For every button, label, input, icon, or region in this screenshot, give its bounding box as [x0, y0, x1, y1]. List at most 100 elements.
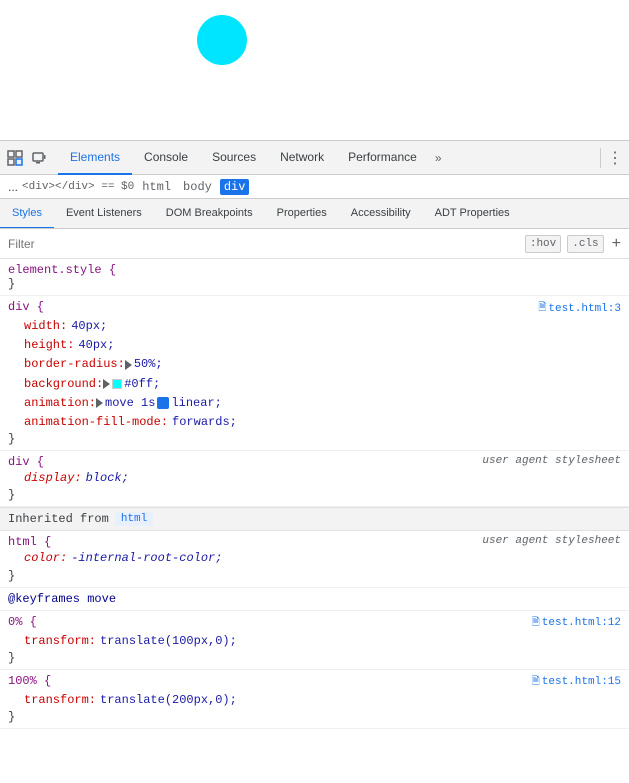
- sub-tab-accessibility[interactable]: Accessibility: [339, 199, 423, 229]
- sub-tabs-bar: Styles Event Listeners DOM Breakpoints P…: [0, 199, 629, 229]
- keyframes-selector[interactable]: @keyframes move: [8, 592, 116, 606]
- rule-header-ua: div { user agent stylesheet: [8, 455, 621, 469]
- inspect-icon[interactable]: [4, 147, 26, 169]
- sub-tab-dom-breakpoints[interactable]: DOM Breakpoints: [154, 199, 265, 229]
- prop-animation-fill-mode: animation-fill-mode: forwards;: [8, 413, 621, 432]
- keyframe-100-header: 100% { 🗎 test.html:15: [8, 674, 621, 691]
- triangle-icon[interactable]: [125, 360, 132, 370]
- filter-input[interactable]: [8, 237, 525, 251]
- tab-performance[interactable]: Performance: [336, 141, 429, 175]
- rule-link-test15[interactable]: 🗎 test.html:15: [532, 674, 621, 691]
- sub-tab-properties[interactable]: Properties: [265, 199, 339, 229]
- prop-height: height: 40px;: [8, 336, 621, 355]
- sub-tab-styles[interactable]: Styles: [0, 199, 54, 229]
- prop-name-height[interactable]: height:: [24, 336, 74, 355]
- div-ua-selector[interactable]: div {: [8, 455, 44, 469]
- styles-panel-content: element.style { } div { 🗎 test.html:3 wi…: [0, 259, 629, 783]
- more-tabs-button[interactable]: »: [429, 151, 448, 165]
- prop-width: width: 40px;: [8, 317, 621, 336]
- sub-tab-adt-properties[interactable]: ADT Properties: [423, 199, 522, 229]
- triangle-anim-icon[interactable]: [96, 398, 103, 408]
- rule-close-div: }: [8, 432, 621, 446]
- viewport: [0, 0, 629, 140]
- prop-value-animation-linear: linear;: [171, 394, 221, 413]
- ua-label: user agent stylesheet: [482, 455, 621, 467]
- tab-console[interactable]: Console: [132, 141, 200, 175]
- prop-name-transform-0[interactable]: transform:: [24, 632, 96, 651]
- breadcrumb-body[interactable]: body: [179, 179, 216, 195]
- inherited-tag[interactable]: html: [115, 512, 153, 526]
- prop-value-background: #0ff;: [124, 375, 160, 394]
- filter-bar: :hov .cls +: [0, 229, 629, 259]
- prop-name-display[interactable]: display:: [24, 469, 82, 488]
- prop-name-width[interactable]: width:: [24, 317, 67, 336]
- devtools-toolbar: Elements Console Sources Network Perform…: [0, 141, 629, 175]
- div-ua-rule: div { user agent stylesheet display: blo…: [0, 451, 629, 507]
- prop-color: color: -internal-root-color;: [8, 549, 621, 568]
- link-label-15: test.html:15: [542, 676, 621, 688]
- element-style-rule: element.style { }: [0, 259, 629, 296]
- prop-name-color[interactable]: color:: [24, 549, 67, 568]
- rule-close-100: }: [8, 710, 621, 724]
- inherited-label: Inherited from: [8, 512, 109, 526]
- devtools-panel: Elements Console Sources Network Perform…: [0, 140, 629, 783]
- sub-tab-event-listeners[interactable]: Event Listeners: [54, 199, 154, 229]
- html-rule: html { user agent stylesheet color: -int…: [0, 531, 629, 587]
- prop-name-border-radius[interactable]: border-radius:: [24, 355, 125, 374]
- device-icon[interactable]: [28, 147, 50, 169]
- div-selector[interactable]: div {: [8, 300, 44, 314]
- prop-name-animation-fill-mode[interactable]: animation-fill-mode:: [24, 413, 168, 432]
- prop-transform-0: transform: translate(100px,0);: [8, 632, 621, 651]
- toolbar-separator: [600, 148, 601, 168]
- animation-checkbox-icon[interactable]: [157, 397, 169, 409]
- breadcrumb-html[interactable]: html: [138, 179, 175, 195]
- keyframes-rule: @keyframes move: [0, 588, 629, 611]
- prop-value-animation-move: move 1s: [105, 394, 155, 413]
- triangle-bg-icon[interactable]: [103, 379, 110, 389]
- div-rule: div { 🗎 test.html:3 width: 40px; height:…: [0, 296, 629, 451]
- devtools-tabs: Elements Console Sources Network Perform…: [58, 141, 596, 175]
- inherited-from-header: Inherited from html: [0, 507, 629, 531]
- rule-header: element.style {: [8, 263, 621, 277]
- prop-animation: animation: move 1s linear;: [8, 394, 621, 413]
- add-style-button[interactable]: +: [612, 235, 621, 253]
- hov-button[interactable]: :hov: [525, 235, 561, 253]
- breadcrumb-ellipsis: ...: [8, 180, 18, 194]
- html-selector[interactable]: html {: [8, 535, 51, 549]
- rule-close: }: [8, 277, 621, 291]
- prop-value-border-radius: 50%;: [134, 355, 163, 374]
- prop-value-transform-100: translate(200px,0);: [100, 691, 237, 710]
- prop-name-transform-100[interactable]: transform:: [24, 691, 96, 710]
- color-swatch-bg[interactable]: [112, 379, 122, 389]
- keyframe-100-selector[interactable]: 100% {: [8, 674, 51, 688]
- prop-name-animation[interactable]: animation:: [24, 394, 96, 413]
- toolbar-icons: [4, 147, 50, 169]
- tab-elements[interactable]: Elements: [58, 141, 132, 175]
- rule-header-html: html { user agent stylesheet: [8, 535, 621, 549]
- rule-link-test3[interactable]: 🗎 test.html:3: [538, 300, 621, 317]
- cls-button[interactable]: .cls: [567, 235, 603, 253]
- rule-close-html: }: [8, 569, 621, 583]
- keyframe-0-selector[interactable]: 0% {: [8, 615, 37, 629]
- prop-value-color: -internal-root-color;: [71, 549, 222, 568]
- filter-buttons: :hov .cls +: [525, 235, 621, 253]
- prop-transform-100: transform: translate(200px,0);: [8, 691, 621, 710]
- percent-100: 100%: [8, 674, 37, 688]
- rule-selector[interactable]: element.style {: [8, 263, 116, 277]
- prop-background: background: #0ff;: [8, 375, 621, 394]
- keyframe-0-rule: 0% { 🗎 test.html:12 transform: translate…: [0, 611, 629, 670]
- keyframes-header: @keyframes move: [8, 592, 621, 606]
- breadcrumb-div[interactable]: div: [220, 179, 250, 195]
- rule-link-test12[interactable]: 🗎 test.html:12: [532, 615, 621, 632]
- link-icon-12: 🗎: [532, 615, 540, 632]
- prop-name-background[interactable]: background:: [24, 375, 103, 394]
- prop-value-transform-0: translate(100px,0);: [100, 632, 237, 651]
- link-label-12: test.html:12: [542, 617, 621, 629]
- rule-close-div-ua: }: [8, 488, 621, 502]
- prop-value-display: block;: [86, 469, 129, 488]
- breadcrumb-bar: ... <div></div> == $0 html body div: [0, 175, 629, 199]
- prop-value-height: 40px;: [78, 336, 114, 355]
- tab-network[interactable]: Network: [268, 141, 336, 175]
- tab-sources[interactable]: Sources: [200, 141, 268, 175]
- devtools-menu-button[interactable]: ⋮: [605, 148, 625, 168]
